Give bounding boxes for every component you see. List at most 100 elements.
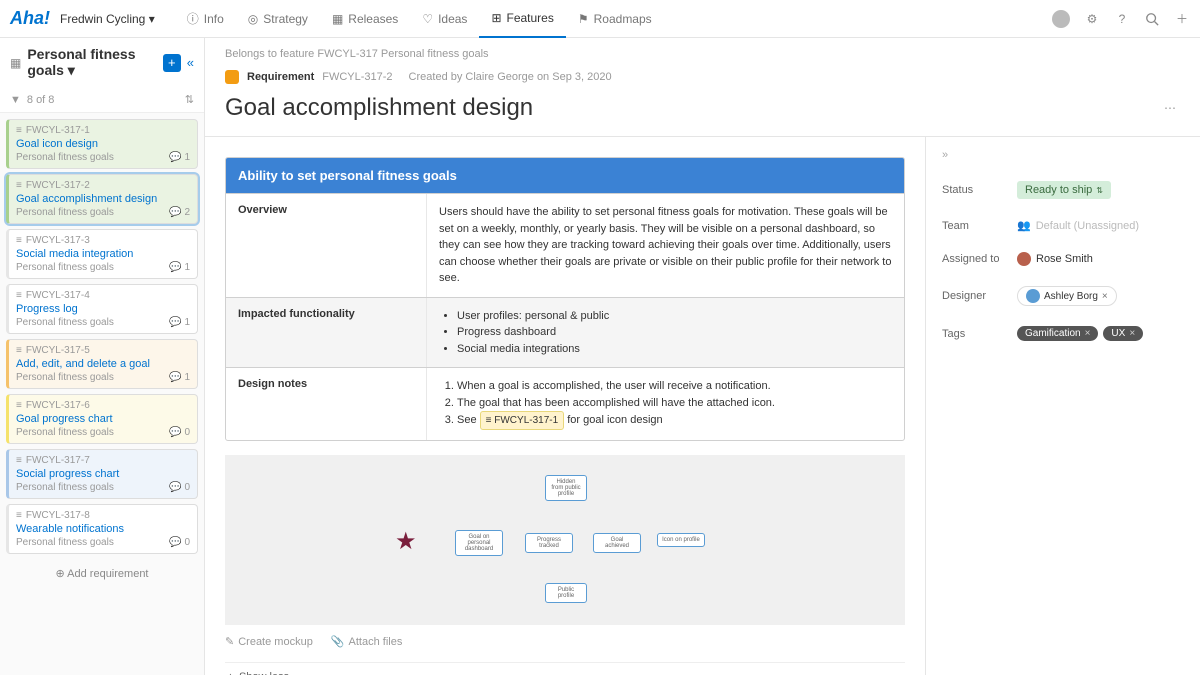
workspace-name: Fredwin Cycling	[60, 12, 145, 26]
table-title: Ability to set personal fitness goals	[226, 158, 904, 193]
card-id: FWCYL-317-4	[26, 290, 90, 301]
sort-icon[interactable]: ⇅	[185, 93, 194, 106]
requirement-card[interactable]: ≡ FWCYL-317-1 Goal icon design Personal …	[6, 119, 198, 169]
tag-chip[interactable]: Gamification ×	[1017, 326, 1098, 341]
card-title: Progress log	[16, 303, 190, 315]
comment-icon: 💬	[169, 152, 181, 163]
comment-icon: 💬	[169, 207, 181, 218]
list-icon: ≡	[16, 400, 22, 411]
assigned-label: Assigned to	[942, 253, 1017, 265]
grid-icon: ⊞	[491, 11, 501, 25]
expand-sidebar-icon[interactable]: »	[942, 149, 1184, 161]
nav-items: ⓘInfo◎Strategy▦Releases♡Ideas⊞Features⚑R…	[175, 0, 664, 38]
requirement-card[interactable]: ≡ FWCYL-317-2 Goal accomplishment design…	[6, 174, 198, 224]
created-by: Created by Claire George on Sep 3, 2020	[409, 71, 612, 83]
help-icon[interactable]: ?	[1114, 11, 1130, 27]
nav-right: ⚙ ? ＋	[1052, 10, 1190, 28]
search-icon[interactable]	[1144, 11, 1160, 27]
comment-count: 💬1	[169, 152, 190, 163]
comment-count: 💬2	[169, 207, 190, 218]
tags-value[interactable]: Gamification × UX ×	[1017, 326, 1184, 341]
show-less-toggle[interactable]: ▲ Show less	[225, 662, 905, 675]
star-icon: ★	[395, 527, 417, 556]
card-feature: Personal fitness goals	[16, 262, 114, 273]
reference-chip[interactable]: ≡ FWCYL-317-1	[480, 411, 565, 430]
list-item: Social media integrations	[457, 341, 892, 358]
properties-sidebar: » Status Ready to ship ⇅ Team 👥 Default …	[925, 137, 1200, 675]
card-id: FWCYL-317-1	[26, 125, 90, 136]
more-menu-icon[interactable]: ⋯	[1160, 97, 1180, 119]
comment-icon: 💬	[169, 317, 181, 328]
page-title[interactable]: Goal accomplishment design	[225, 94, 1160, 122]
comment-icon: 💬	[169, 537, 181, 548]
tag-chip[interactable]: UX ×	[1103, 326, 1143, 341]
workspace-selector[interactable]: Fredwin Cycling ▾	[60, 12, 155, 26]
remove-icon[interactable]: ×	[1129, 328, 1135, 339]
comment-count: 💬0	[169, 427, 190, 438]
comment-count: 💬1	[169, 262, 190, 273]
user-avatar[interactable]	[1052, 10, 1070, 28]
filter-icon[interactable]: ▼	[10, 94, 21, 106]
card-id: FWCYL-317-2	[26, 180, 90, 191]
list-icon: ≡	[16, 510, 22, 521]
card-feature: Personal fitness goals	[16, 317, 114, 328]
nav-item-roadmaps[interactable]: ⚑Roadmaps	[566, 0, 664, 38]
breadcrumb: Belongs to feature FWCYL-317 Personal fi…	[205, 38, 1200, 64]
nav-item-strategy[interactable]: ◎Strategy	[236, 0, 320, 38]
nav-item-features[interactable]: ⊞Features	[479, 0, 565, 38]
designer-label: Designer	[942, 290, 1017, 302]
filter-bar: ▼ 8 of 8 ⇅	[0, 87, 204, 113]
card-title: Wearable notifications	[16, 523, 190, 535]
impacted-label: Impacted functionality	[226, 298, 426, 368]
attachment-actions: ✎ Create mockup 📎 Attach files	[225, 635, 905, 648]
card-title: Social progress chart	[16, 468, 190, 480]
list-item: The goal that has been accomplished will…	[457, 395, 892, 412]
breadcrumb-link[interactable]: FWCYL-317 Personal fitness goals	[317, 48, 488, 60]
list-icon: ≡	[16, 290, 22, 301]
list-icon: ≡	[16, 180, 22, 191]
list-item: Progress dashboard	[457, 324, 892, 341]
gear-icon[interactable]: ⚙	[1084, 11, 1100, 27]
add-icon[interactable]: ＋	[1174, 11, 1190, 27]
add-requirement-button[interactable]: ⊕ Add requirement	[6, 559, 198, 588]
remove-icon[interactable]: ×	[1102, 291, 1108, 302]
card-title: Goal accomplishment design	[16, 193, 190, 205]
diagram-attachment[interactable]: ★ Hidden from public profile Goal on per…	[225, 455, 905, 625]
target-icon: ◎	[248, 12, 258, 26]
requirement-list: ≡ FWCYL-317-1 Goal icon design Personal …	[0, 113, 204, 594]
team-icon: 👥	[1017, 219, 1031, 232]
card-title: Social media integration	[16, 248, 190, 260]
overview-text: Users should have the ability to set per…	[426, 194, 904, 297]
nav-item-releases[interactable]: ▦Releases	[320, 0, 410, 38]
impacted-list: User profiles: personal & publicProgress…	[426, 298, 904, 368]
card-id: FWCYL-317-3	[26, 235, 90, 246]
card-title: Goal progress chart	[16, 413, 190, 425]
nav-item-info[interactable]: ⓘInfo	[175, 0, 236, 38]
requirement-card[interactable]: ≡ FWCYL-317-3 Social media integration P…	[6, 229, 198, 279]
comment-icon: 💬	[169, 427, 181, 438]
requirement-card[interactable]: ≡ FWCYL-317-5 Add, edit, and delete a go…	[6, 339, 198, 389]
attach-files-button[interactable]: 📎 Attach files	[331, 635, 403, 648]
meta-row: Requirement FWCYL-317-2 Created by Clair…	[205, 64, 1200, 90]
requirement-card[interactable]: ≡ FWCYL-317-8 Wearable notifications Per…	[6, 504, 198, 554]
nav-item-ideas[interactable]: ♡Ideas	[410, 0, 479, 38]
design-notes-label: Design notes	[226, 368, 426, 440]
remove-icon[interactable]: ×	[1085, 328, 1091, 339]
add-button[interactable]: +	[163, 54, 181, 72]
filter-count: 8 of 8	[27, 94, 55, 106]
assigned-value[interactable]: Rose Smith	[1017, 252, 1184, 266]
card-id: FWCYL-317-5	[26, 345, 90, 356]
designer-chip[interactable]: Ashley Borg ×	[1017, 286, 1117, 306]
requirement-card[interactable]: ≡ FWCYL-317-4 Progress log Personal fitn…	[6, 284, 198, 334]
description-table: Ability to set personal fitness goals Ov…	[225, 157, 905, 441]
status-chip[interactable]: Ready to ship ⇅	[1017, 181, 1111, 199]
requirement-card[interactable]: ≡ FWCYL-317-6 Goal progress chart Person…	[6, 394, 198, 444]
left-panel-title[interactable]: Personal fitness goals ▾	[27, 46, 156, 79]
status-label: Status	[942, 184, 1017, 196]
create-mockup-button[interactable]: ✎ Create mockup	[225, 635, 313, 648]
team-value[interactable]: 👥 Default (Unassigned)	[1017, 219, 1184, 232]
collapse-panel-icon[interactable]: «	[187, 55, 194, 70]
team-label: Team	[942, 220, 1017, 232]
card-feature: Personal fitness goals	[16, 152, 114, 163]
requirement-card[interactable]: ≡ FWCYL-317-7 Social progress chart Pers…	[6, 449, 198, 499]
